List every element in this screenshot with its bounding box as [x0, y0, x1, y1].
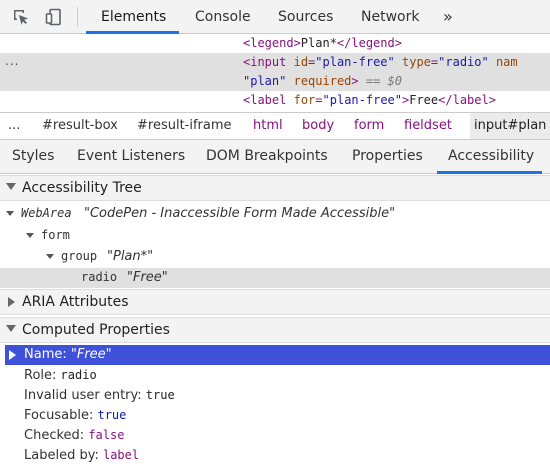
ax-name: "Plan*": [107, 249, 154, 264]
breadcrumb: ... #result-box #result-iframe html body…: [0, 112, 550, 140]
prop-value: false: [88, 428, 125, 442]
prop-name[interactable]: Name: "Free": [24, 345, 112, 365]
devtools-toolbar: Elements Console Sources Network »: [0, 0, 550, 34]
section-accessibility-tree[interactable]: Accessibility Tree: [0, 175, 550, 201]
tab-elements[interactable]: Elements: [101, 0, 166, 34]
tab-event-listeners[interactable]: Event Listeners: [77, 140, 185, 173]
ax-name: "CodePen - Inaccessible Form Made Access…: [84, 206, 396, 221]
section-title: ARIA Attributes: [22, 294, 129, 310]
prop-value: "Free": [70, 347, 112, 362]
caret-down-icon: [46, 254, 54, 259]
prop-value: radio: [60, 368, 97, 382]
breadcrumb-result-iframe[interactable]: #result-iframe: [137, 113, 232, 139]
prop-checked: Checked: false: [24, 425, 124, 445]
breadcrumb-fieldset[interactable]: fieldset: [404, 113, 452, 139]
tab-sources[interactable]: Sources: [278, 0, 333, 34]
dom-line-legend[interactable]: <legend>Plan*</legend>: [243, 34, 402, 53]
section-title: Computed Properties: [22, 322, 170, 338]
caret-down-icon: [26, 233, 34, 238]
prop-key: Name:: [24, 347, 67, 362]
breadcrumb-input[interactable]: input#plan: [470, 113, 550, 139]
device-toolbar-icon[interactable]: [45, 8, 63, 26]
tab-console[interactable]: Console: [195, 0, 251, 34]
ax-node-radio[interactable]: radio "Free": [0, 267, 550, 288]
prop-value: true: [97, 408, 127, 422]
more-tabs-button[interactable]: »: [443, 0, 453, 34]
ax-role: form: [41, 228, 70, 242]
prop-role: Role: radio: [24, 365, 97, 385]
ax-role: radio: [81, 270, 118, 284]
ax-node-form[interactable]: form: [0, 225, 550, 246]
inspect-element-icon[interactable]: [12, 8, 30, 26]
section-aria-attributes[interactable]: ARIA Attributes: [0, 289, 550, 315]
prop-key: Checked:: [24, 428, 85, 443]
collapse-icon: [8, 297, 15, 307]
active-subtab-indicator: [437, 171, 542, 174]
tab-styles[interactable]: Styles: [12, 140, 54, 173]
breadcrumb-html[interactable]: html: [253, 113, 283, 139]
tab-network[interactable]: Network: [361, 0, 419, 34]
prop-key: Labeled by:: [24, 448, 99, 463]
breadcrumb-ellipsis[interactable]: ...: [8, 113, 20, 139]
section-computed-properties[interactable]: Computed Properties: [0, 317, 550, 343]
tab-properties[interactable]: Properties: [352, 140, 423, 173]
ax-role: WebArea: [21, 206, 72, 220]
ax-role: group: [61, 249, 98, 263]
prop-invalid-user-entry: Invalid user entry: true: [24, 385, 175, 405]
section-title: Accessibility Tree: [22, 180, 142, 196]
breadcrumb-body[interactable]: body: [302, 113, 334, 139]
caret-right-icon[interactable]: [9, 350, 16, 360]
dom-line-input-cont[interactable]: "plan" required> == $0: [243, 72, 402, 91]
prop-value[interactable]: label: [103, 448, 139, 462]
ax-node-group[interactable]: group "Plan*": [0, 246, 550, 267]
prop-labeled-by: Labeled by: label: [24, 445, 139, 465]
node-actions-ellipsis[interactable]: ...: [5, 54, 19, 68]
prop-key: Role:: [24, 368, 57, 383]
prop-key: Focusable:: [24, 408, 94, 423]
breadcrumb-result-box[interactable]: #result-box: [42, 113, 118, 139]
ax-name: "Free": [127, 270, 168, 285]
dom-line-input[interactable]: <input id="plan-free" type="radio" nam: [243, 53, 518, 72]
caret-down-icon: [6, 211, 14, 216]
tab-accessibility[interactable]: Accessibility: [448, 140, 534, 173]
expand-icon: [6, 183, 16, 190]
dom-tree: ... <legend>Plan*</legend> <input id="pl…: [0, 34, 550, 112]
prop-value: true: [145, 388, 175, 402]
breadcrumb-form[interactable]: form: [354, 113, 384, 139]
expand-icon: [6, 325, 16, 332]
prop-key: Invalid user entry:: [24, 388, 142, 403]
sidebar-tabs: Styles Event Listeners DOM Breakpoints P…: [0, 140, 550, 174]
tab-dom-breakpoints[interactable]: DOM Breakpoints: [206, 140, 328, 173]
dom-line-label[interactable]: <label for="plan-free">Free</label>: [243, 91, 496, 110]
toolbar-divider: [77, 7, 78, 27]
ax-node-webarea[interactable]: WebArea "CodePen - Inaccessible Form Mad…: [0, 203, 550, 224]
prop-focusable: Focusable: true: [24, 405, 126, 425]
